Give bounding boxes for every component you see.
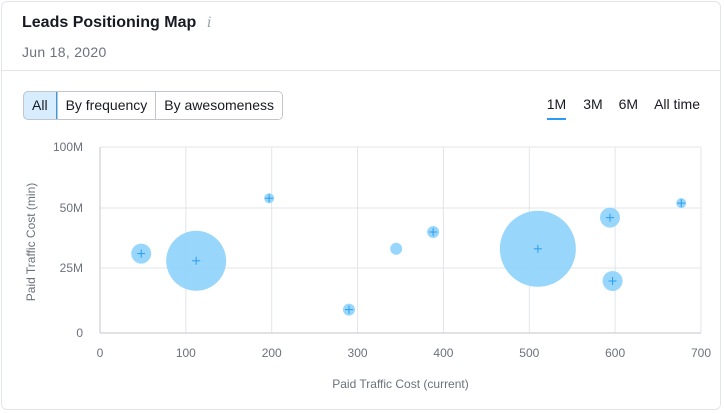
- x-tick-label: 200: [262, 346, 282, 360]
- y-axis-title: Paid Traffic Cost (min): [24, 183, 38, 301]
- x-tick-label: 300: [348, 346, 368, 360]
- x-tick-label: 100: [176, 346, 196, 360]
- bubble-chart: 0 100 200 300 400 500 600 700 0 25M 50M 100M Paid Tr…: [24, 140, 711, 391]
- x-tick-label: 500: [519, 346, 539, 360]
- x-axis-title: Paid Traffic Cost (current): [332, 377, 469, 391]
- x-tick-label: 0: [97, 346, 104, 360]
- x-tick-label: 600: [605, 346, 625, 360]
- y-tick-label: 50M: [60, 201, 83, 215]
- y-tick-label: 25M: [60, 261, 83, 275]
- y-tick-label: 0: [76, 326, 83, 340]
- x-tick-label: 400: [433, 346, 453, 360]
- x-tick-label: 700: [691, 346, 711, 360]
- bubble-point: [390, 242, 403, 255]
- leads-map-card: Leads Positioning Map i Jun 18, 2020 All…: [1, 1, 721, 410]
- y-tick-label: 100M: [53, 140, 83, 154]
